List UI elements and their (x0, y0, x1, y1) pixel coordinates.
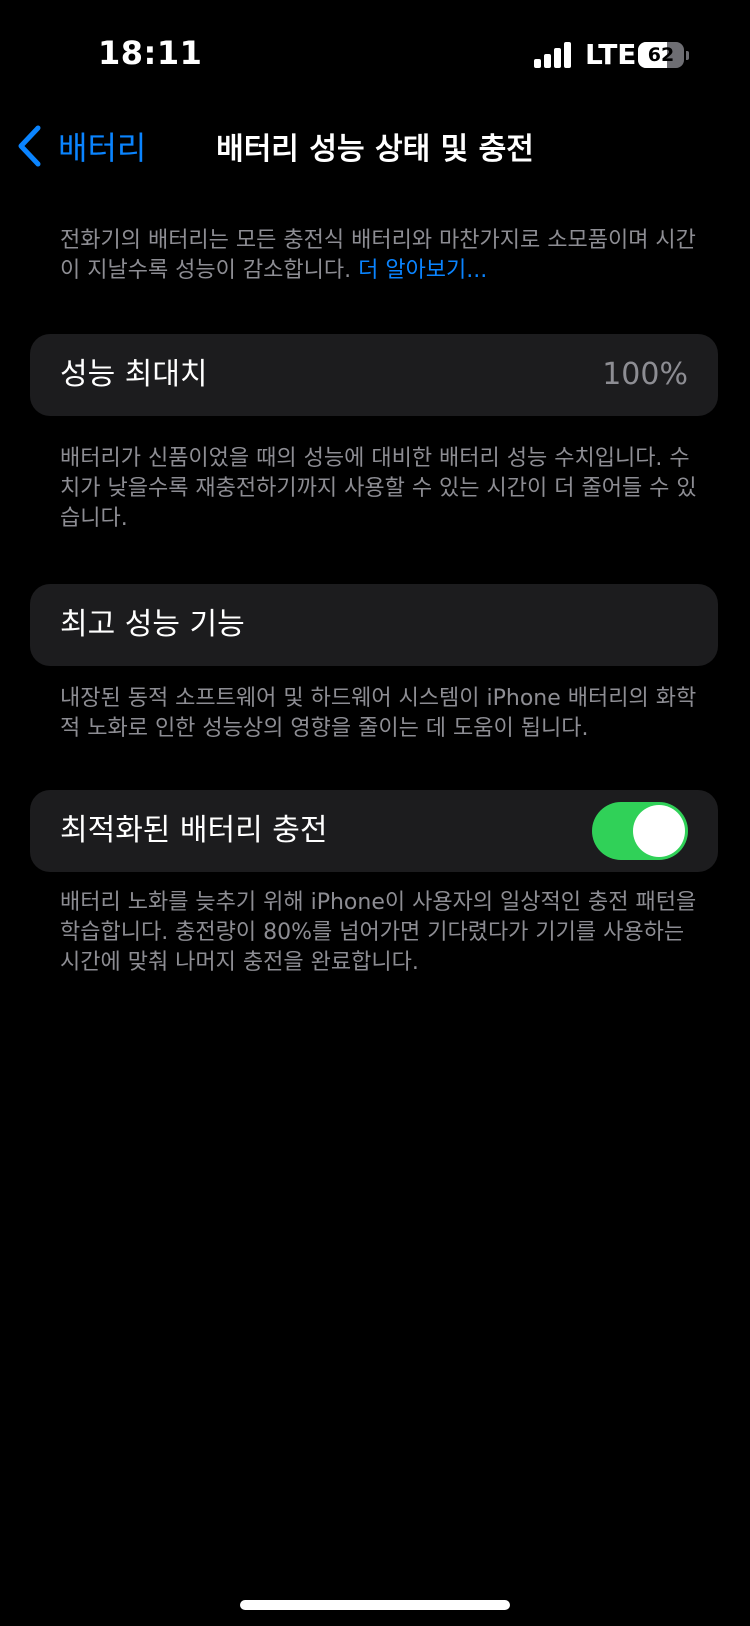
page-title: 배터리 성능 상태 및 충전 (216, 132, 534, 167)
optimized-charging-label: 최적화된 배터리 충전 (60, 813, 328, 848)
max-capacity-label: 성능 최대치 (60, 357, 208, 392)
battery-level: 62 (647, 44, 675, 66)
optimized-charging-row: 최적화된 배터리 충전 (30, 790, 718, 872)
status-bar: 18:11 LTE 62 (0, 0, 750, 110)
optimized-charging-footnote: 배터리 노화를 늦추기 위해 iPhone이 사용자의 일상적인 충전 패턴을 … (60, 890, 697, 975)
toggle-knob (633, 805, 685, 857)
status-time: 18:11 (98, 34, 203, 72)
peak-performance-row[interactable]: 최고 성능 기능 (30, 584, 718, 666)
optimized-charging-toggle[interactable] (592, 802, 688, 860)
max-capacity-row: 성능 최대치 100% (30, 334, 718, 416)
learn-more-link[interactable]: 더 알아보기... (358, 258, 487, 283)
network-type: LTE (585, 38, 637, 71)
peak-performance-footnote: 내장된 동적 소프트웨어 및 하드웨어 시스템이 iPhone 배터리의 화학적… (60, 686, 697, 741)
battery-icon: 62 (638, 42, 689, 68)
peak-performance-label: 최고 성능 기능 (60, 607, 245, 642)
max-capacity-footnote: 배터리가 신품이었을 때의 성능에 대비한 배터리 성능 수치입니다. 수치가 … (60, 446, 697, 531)
home-indicator[interactable] (240, 1600, 510, 1610)
intro-text: 전화기의 배터리는 모든 충전식 배터리와 마찬가지로 소모품이며 시간이 지날… (60, 226, 700, 286)
signal-icon (534, 42, 572, 68)
max-capacity-value: 100% (602, 357, 688, 392)
navigation-bar: 배터리 배터리 성능 상태 및 충전 (0, 110, 750, 180)
